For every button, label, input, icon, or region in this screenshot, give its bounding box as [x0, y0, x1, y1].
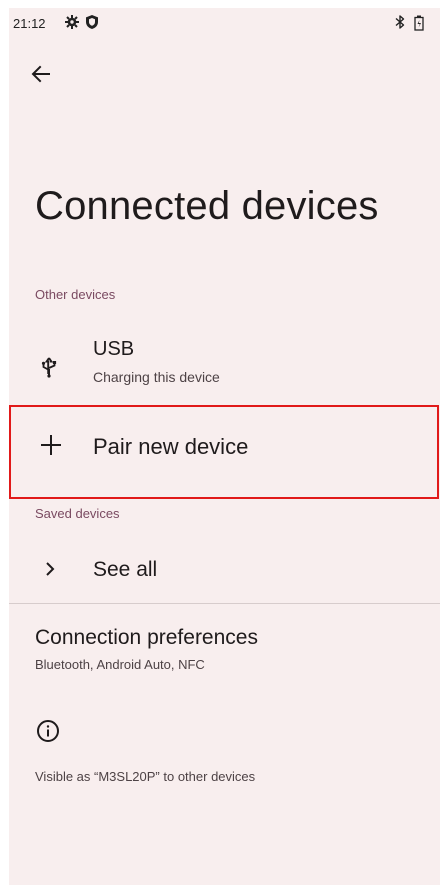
- status-time: 21:12: [13, 16, 46, 31]
- see-all-button[interactable]: See all: [9, 548, 440, 590]
- settings-screen: 21:12 Connected devices Other devices US…: [9, 8, 440, 885]
- status-bar: 21:12: [9, 8, 440, 38]
- divider: [9, 603, 440, 604]
- usb-item[interactable]: USB Charging this device: [9, 331, 440, 399]
- usb-subtitle: Charging this device: [93, 369, 220, 385]
- plus-icon: [37, 431, 65, 464]
- gear-icon: [64, 14, 80, 33]
- usb-icon: [40, 356, 58, 383]
- pair-new-device-button[interactable]: Pair new device: [9, 405, 439, 499]
- shield-icon: [85, 14, 99, 33]
- visible-as-text: Visible as “M3SL20P” to other devices: [35, 769, 256, 784]
- back-button[interactable]: [29, 62, 53, 86]
- saved-devices-header: Saved devices: [35, 506, 120, 521]
- usb-title: USB: [93, 338, 135, 360]
- connection-preferences-item[interactable]: Connection preferences Bluetooth, Androi…: [9, 624, 440, 682]
- connection-preferences-title: Connection preferences: [35, 626, 258, 649]
- other-devices-header: Other devices: [35, 287, 116, 302]
- pair-new-device-label: Pair new device: [93, 434, 249, 459]
- connection-preferences-subtitle: Bluetooth, Android Auto, NFC: [35, 657, 205, 672]
- see-all-label: See all: [93, 558, 158, 581]
- bluetooth-icon: [394, 14, 406, 33]
- chevron-right-icon: [43, 559, 57, 584]
- info-icon: [36, 719, 60, 748]
- page-title: Connected devices: [35, 184, 379, 228]
- battery-icon: [414, 15, 424, 34]
- arrow-left-icon: [31, 65, 50, 83]
